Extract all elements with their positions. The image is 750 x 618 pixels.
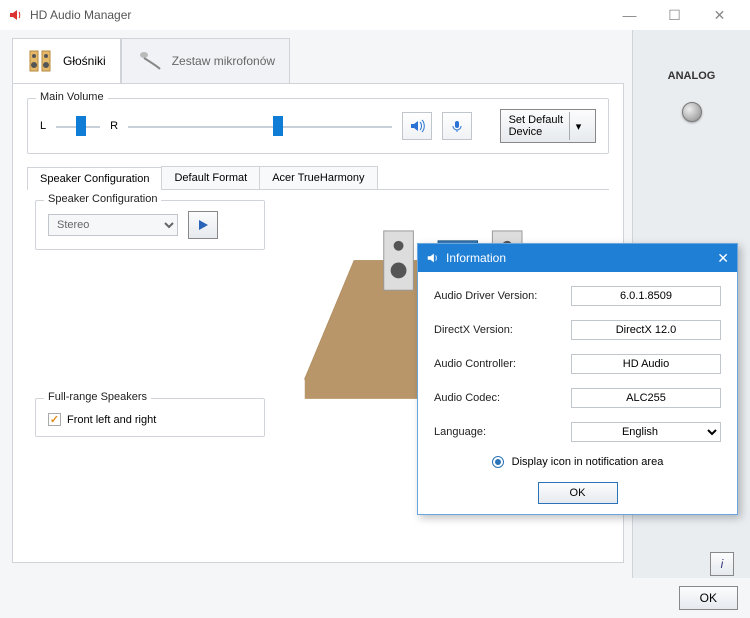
- minimize-button[interactable]: —: [607, 7, 652, 23]
- device-tab-speakers[interactable]: Głośniki: [12, 38, 121, 83]
- tab-trueharmony[interactable]: Acer TrueHarmony: [259, 166, 377, 189]
- info-button[interactable]: i: [710, 552, 734, 576]
- mic-mute-icon: [450, 119, 464, 133]
- main-volume-legend: Main Volume: [36, 91, 108, 103]
- front-lr-checkbox-row[interactable]: ✓ Front left and right: [48, 413, 252, 426]
- notification-label: Display icon in notification area: [512, 456, 664, 468]
- play-icon: [196, 218, 210, 232]
- volume-icon: [409, 118, 425, 134]
- information-dialog: Information ✕ Audio Driver Version:6.0.1…: [417, 243, 738, 515]
- balance-slider[interactable]: [56, 114, 100, 138]
- balance-left-label: L: [40, 120, 46, 132]
- speaker-config-select[interactable]: Stereo: [48, 214, 178, 236]
- maximize-button[interactable]: ☐: [652, 7, 697, 24]
- checkbox-checked-icon: ✓: [48, 413, 61, 426]
- sound-test-button[interactable]: [402, 112, 432, 140]
- tab-speaker-configuration[interactable]: Speaker Configuration: [27, 167, 162, 190]
- driver-version-label: Audio Driver Version:: [434, 290, 571, 302]
- window-title: HD Audio Manager: [30, 8, 131, 22]
- speakers-icon: [27, 49, 55, 73]
- set-default-button[interactable]: Set Default Device ▾: [500, 109, 596, 143]
- microphone-icon: [136, 49, 164, 73]
- audio-codec-value: ALC255: [571, 388, 721, 408]
- device-tab-mics[interactable]: Zestaw mikrofonów: [121, 38, 290, 83]
- volume-slider[interactable]: [128, 114, 392, 138]
- play-test-button[interactable]: [188, 211, 218, 239]
- audio-controller-value: HD Audio: [571, 354, 721, 374]
- directx-version-label: DirectX Version:: [434, 324, 571, 336]
- dialog-ok-button[interactable]: OK: [538, 482, 618, 504]
- speaker-config-legend: Speaker Configuration: [44, 193, 161, 205]
- audio-codec-label: Audio Codec:: [434, 392, 571, 404]
- tab-default-format[interactable]: Default Format: [161, 166, 260, 189]
- device-tab-label: Głośniki: [63, 54, 106, 68]
- main-ok-button[interactable]: OK: [679, 586, 738, 610]
- directx-version-value: DirectX 12.0: [571, 320, 721, 340]
- app-speaker-icon: [8, 7, 24, 23]
- close-button[interactable]: ✕: [697, 7, 742, 24]
- chevron-down-icon[interactable]: ▾: [569, 112, 587, 140]
- device-tab-label: Zestaw mikrofonów: [172, 54, 275, 68]
- language-select[interactable]: English: [571, 422, 721, 442]
- dialog-title: Information: [446, 251, 506, 265]
- balance-right-label: R: [110, 120, 118, 132]
- mute-button[interactable]: [442, 112, 472, 140]
- audio-controller-label: Audio Controller:: [434, 358, 571, 370]
- analog-label: ANALOG: [633, 70, 750, 82]
- notification-radio[interactable]: [492, 456, 504, 468]
- analog-jack[interactable]: [682, 102, 702, 122]
- dialog-close-button[interactable]: ✕: [717, 250, 729, 267]
- app-speaker-icon: [426, 251, 440, 265]
- driver-version-value: 6.0.1.8509: [571, 286, 721, 306]
- titlebar: HD Audio Manager — ☐ ✕: [0, 0, 750, 30]
- language-label: Language:: [434, 426, 571, 438]
- full-range-legend: Full-range Speakers: [44, 391, 151, 403]
